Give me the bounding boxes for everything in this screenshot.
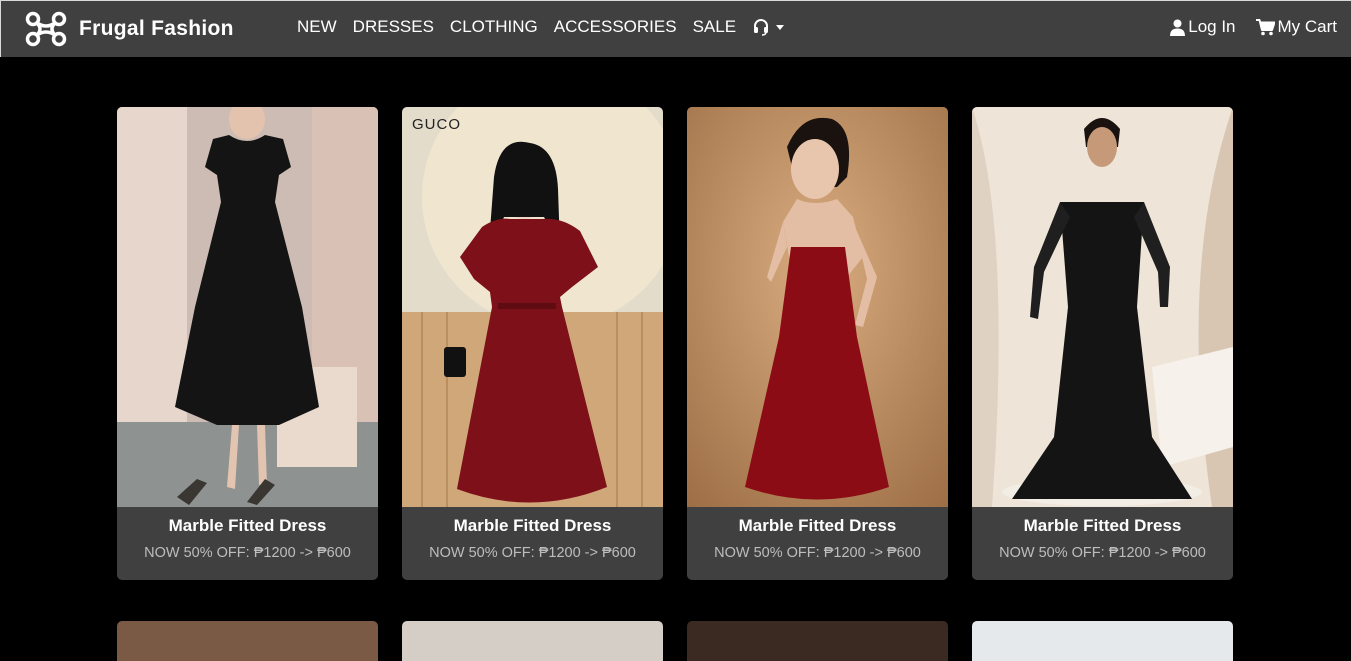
- navbar: Frugal Fashion NEW DRESSES CLOTHING ACCE…: [0, 0, 1351, 57]
- nav-link-clothing[interactable]: CLOTHING: [450, 17, 538, 37]
- login-label: Log In: [1188, 17, 1236, 36]
- product-name[interactable]: Marble Fitted Dress: [972, 516, 1233, 536]
- product-card[interactable]: GUCO Marble Fitted Dress NOW 50% OFF: ₱1…: [402, 107, 663, 580]
- product-image[interactable]: [117, 107, 378, 507]
- shopping-cart-icon: [1255, 18, 1275, 35]
- product-card[interactable]: Marble Fitted Dress NOW 50% OFF: ₱1200 -…: [117, 107, 378, 580]
- product-price: NOW 50% OFF: ₱1200 -> ₱600: [429, 545, 636, 561]
- nav-link-accessories[interactable]: ACCESSORIES: [554, 17, 677, 37]
- product-price: NOW 50% OFF: ₱1200 -> ₱600: [144, 545, 351, 561]
- product-image[interactable]: GUCO: [402, 107, 663, 507]
- product-card-partial[interactable]: [972, 621, 1233, 661]
- product-card-partial[interactable]: [117, 621, 378, 661]
- support-dropdown[interactable]: [752, 18, 785, 36]
- chevron-down-icon: [776, 24, 785, 30]
- user-icon: [1170, 19, 1186, 36]
- product-price: NOW 50% OFF: ₱1200 -> ₱600: [999, 545, 1206, 561]
- main-nav: NEW DRESSES CLOTHING ACCESSORIES SALE: [297, 17, 785, 37]
- headset-icon: [754, 19, 769, 36]
- nav-link-sale[interactable]: SALE: [693, 17, 736, 37]
- brand[interactable]: Frugal Fashion: [25, 11, 234, 47]
- login-link[interactable]: Log In: [1170, 17, 1236, 37]
- brand-name: Frugal Fashion: [79, 17, 234, 40]
- nav-link-new[interactable]: NEW: [297, 17, 337, 37]
- product-name[interactable]: Marble Fitted Dress: [687, 516, 948, 536]
- cart-link[interactable]: My Cart: [1255, 17, 1338, 37]
- product-card[interactable]: Marble Fitted Dress NOW 50% OFF: ₱1200 -…: [687, 107, 948, 580]
- cart-label: My Cart: [1277, 17, 1338, 36]
- product-card-partial[interactable]: [402, 621, 663, 661]
- product-image[interactable]: [972, 107, 1233, 507]
- watermark-logo: GUCO: [412, 116, 461, 133]
- product-image[interactable]: [687, 107, 948, 507]
- product-name[interactable]: Marble Fitted Dress: [117, 516, 378, 536]
- product-card[interactable]: Marble Fitted Dress NOW 50% OFF: ₱1200 -…: [972, 107, 1233, 580]
- product-card-partial[interactable]: [687, 621, 948, 661]
- product-name[interactable]: Marble Fitted Dress: [402, 516, 663, 536]
- x-shaped-drone-logo-icon: [25, 11, 67, 47]
- product-price: NOW 50% OFF: ₱1200 -> ₱600: [714, 545, 921, 561]
- account-nav: Log In My Cart: [1150, 17, 1337, 37]
- nav-link-dresses[interactable]: DRESSES: [353, 17, 434, 37]
